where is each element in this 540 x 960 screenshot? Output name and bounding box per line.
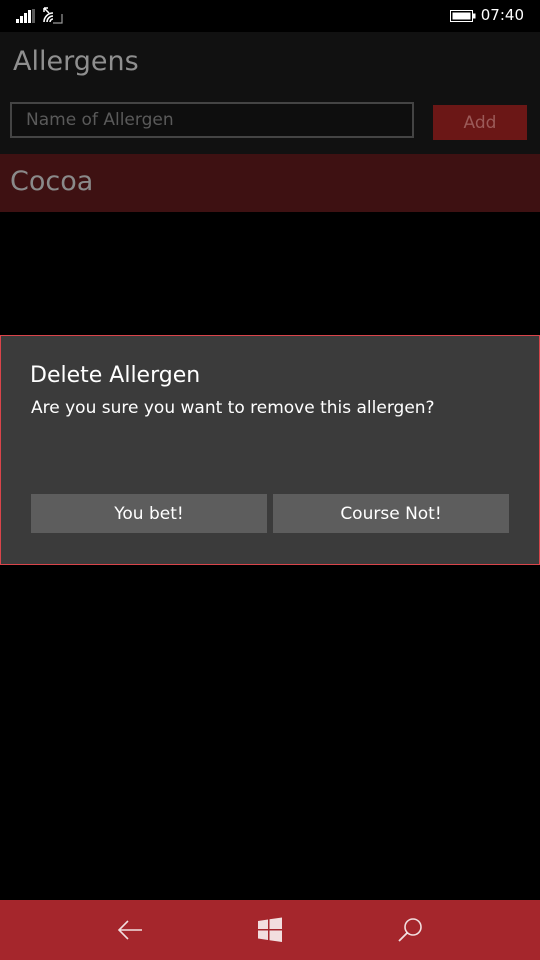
signal-icon <box>16 9 35 23</box>
search-button[interactable] <box>380 900 440 960</box>
list-item[interactable]: Cocoa <box>0 154 540 212</box>
wifi-icon <box>43 7 63 24</box>
delete-allergen-dialog: Delete Allergen Are you sure you want to… <box>0 335 540 565</box>
dialog-message: Are you sure you want to remove this all… <box>31 398 435 418</box>
confirm-button[interactable]: You bet! <box>31 494 267 533</box>
app-header: Allergens <box>0 32 540 92</box>
page-title: Allergens <box>13 46 139 77</box>
navigation-bar <box>0 900 540 960</box>
cancel-button[interactable]: Course Not! <box>273 494 509 533</box>
status-time: 07:40 <box>480 6 524 24</box>
search-icon <box>398 918 422 942</box>
allergen-entry-row: Add <box>0 92 540 154</box>
back-button[interactable] <box>100 900 160 960</box>
back-arrow-icon <box>117 920 142 940</box>
allergen-list: Cocoa <box>0 154 540 212</box>
list-item-label: Cocoa <box>10 166 94 197</box>
start-button[interactable] <box>240 900 300 960</box>
windows-start-icon <box>258 917 282 942</box>
dialog-title: Delete Allergen <box>30 363 201 388</box>
add-button[interactable]: Add <box>433 105 527 140</box>
phone-screen: 07:40 Allergens Add Cocoa Delete Allerge… <box>0 0 540 960</box>
battery-icon <box>450 10 476 22</box>
allergen-name-input[interactable] <box>10 102 414 138</box>
status-bar: 07:40 <box>0 0 540 32</box>
